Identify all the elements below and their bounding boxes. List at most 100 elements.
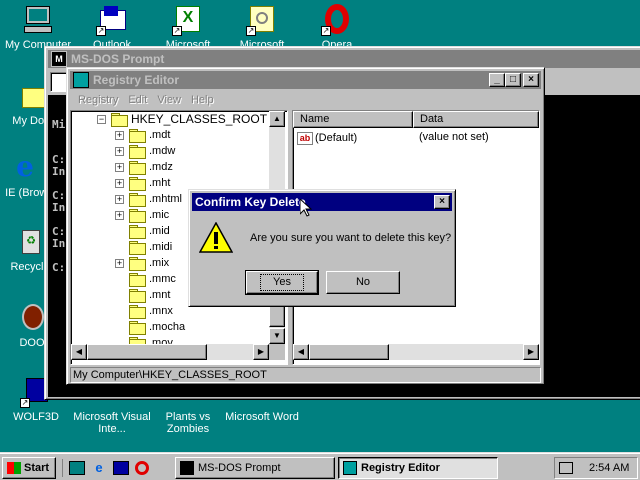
network-tray-icon[interactable] xyxy=(559,462,573,474)
expand-icon[interactable]: + xyxy=(115,210,124,220)
tree-item[interactable]: .midi xyxy=(115,239,172,255)
status-bar: My Computer\HKEY_CLASSES_ROOT xyxy=(70,367,541,383)
desktop-icon-my-computer[interactable]: My Computer xyxy=(0,4,78,51)
folder-icon xyxy=(129,273,146,287)
tree-item[interactable]: + .mdz xyxy=(115,159,173,175)
console-line: In xyxy=(52,165,66,178)
desktop-icon-label: Microsoft Word xyxy=(225,411,299,423)
collapse-icon[interactable]: − xyxy=(97,114,106,124)
tree-item[interactable]: .mnt xyxy=(115,287,170,303)
tree-item-label: .mnx xyxy=(149,305,173,317)
tree-horizontal-scrollbar[interactable]: ◀ ▶ xyxy=(71,344,269,360)
ie-quicklaunch-icon[interactable]: e xyxy=(91,461,107,475)
scroll-right-button[interactable]: ▶ xyxy=(523,344,539,360)
menu-view[interactable]: View xyxy=(152,91,186,109)
tree-item[interactable]: .mocha xyxy=(115,319,185,335)
menu-registry[interactable]: Registry xyxy=(73,91,123,109)
column-header-name[interactable]: Name xyxy=(293,111,413,128)
outlook-quicklaunch-icon[interactable] xyxy=(113,461,129,475)
scroll-thumb[interactable] xyxy=(87,344,207,360)
folder-icon xyxy=(129,145,146,159)
scroll-left-button[interactable]: ◀ xyxy=(71,344,87,360)
tree-item[interactable]: + .mic xyxy=(115,207,169,223)
msdos-title-bar[interactable]: M MS-DOS Prompt xyxy=(48,50,640,68)
no-button[interactable]: No xyxy=(326,271,400,294)
scroll-right-button[interactable]: ▶ xyxy=(253,344,269,360)
tree-item-label: .mmc xyxy=(149,273,176,285)
minimize-button[interactable]: _ xyxy=(489,73,505,87)
opera-quicklaunch-icon[interactable] xyxy=(135,461,149,475)
expand-icon[interactable]: + xyxy=(115,194,124,204)
expand-icon[interactable]: + xyxy=(115,162,124,172)
desktop-icon-outlook[interactable]: ↗ Outlook xyxy=(72,4,152,51)
tree-item[interactable]: + .mhtml xyxy=(115,191,182,207)
quick-launch: e xyxy=(62,459,149,477)
taskbar-msdos-prompt[interactable]: MS-DOS Prompt xyxy=(175,457,335,479)
folder-icon xyxy=(129,241,146,255)
dialog-title-bar[interactable]: Confirm Key Delete × xyxy=(192,193,452,211)
expand-icon[interactable]: + xyxy=(115,146,124,156)
column-header-data[interactable]: Data xyxy=(413,111,539,128)
scroll-thumb[interactable] xyxy=(309,344,389,360)
expand-icon[interactable]: + xyxy=(115,258,124,268)
clock[interactable]: 2:54 AM xyxy=(589,462,629,474)
regedit-icon xyxy=(73,72,89,88)
folder-icon xyxy=(129,225,146,239)
desktop-icon-label: Plants vs Zombies xyxy=(165,411,211,435)
start-button[interactable]: Start xyxy=(2,457,56,479)
desktop-icon-opera[interactable]: ↗ Opera xyxy=(297,4,377,51)
close-button[interactable]: × xyxy=(523,73,539,87)
confirm-key-delete-dialog[interactable]: Confirm Key Delete × Are you sure you wa… xyxy=(188,189,456,307)
console-line: In xyxy=(52,201,66,214)
value-data: (value not set) xyxy=(419,131,489,143)
tree-item[interactable]: .mid xyxy=(115,223,170,239)
tree-item[interactable]: + .mix xyxy=(115,255,169,271)
tree-item[interactable]: .mmc xyxy=(115,271,176,287)
folder-open-icon xyxy=(111,113,128,127)
regedit-title: Registry Editor xyxy=(93,73,180,87)
msdos-icon: M xyxy=(51,51,67,67)
scroll-down-button[interactable]: ▼ xyxy=(269,328,285,344)
desktop-icon-label: WOLF3D xyxy=(13,411,59,423)
scroll-up-button[interactable]: ▲ xyxy=(269,111,285,127)
taskbar-registry-editor[interactable]: Registry Editor xyxy=(338,457,498,479)
folder-icon xyxy=(129,321,146,335)
no-button-label: No xyxy=(355,276,371,288)
expand-icon[interactable]: + xyxy=(115,130,124,140)
status-path: My Computer\HKEY_CLASSES_ROOT xyxy=(73,369,267,381)
outlook-icon: ↗ xyxy=(96,4,128,36)
tree-item[interactable]: .mnx xyxy=(115,303,173,319)
tree-item-label: .midi xyxy=(149,241,173,253)
tree-item-label: .mocha xyxy=(149,321,186,333)
tree-item-label: .mdt xyxy=(149,129,171,141)
tree-item-label: .mdz xyxy=(149,161,173,173)
desktop-quicklaunch-icon[interactable] xyxy=(69,461,85,475)
system-tray: 2:54 AM xyxy=(554,457,638,479)
recycle-bin-icon: ♻ xyxy=(14,226,46,258)
yes-button[interactable]: Yes xyxy=(245,270,319,295)
maximize-button[interactable]: □ xyxy=(505,73,521,87)
values-horizontal-scrollbar[interactable]: ◀ ▶ xyxy=(293,344,539,360)
folder-icon xyxy=(129,193,146,207)
excel-icon: X ↗ xyxy=(172,4,204,36)
expand-icon[interactable]: + xyxy=(115,178,124,188)
msdos-task-icon xyxy=(180,461,194,475)
desktop-icon-excel[interactable]: X ↗ Microsoft xyxy=(148,4,228,51)
value-row[interactable]: ab (Default) xyxy=(297,130,357,146)
tree-root[interactable]: − HKEY_CLASSES_ROOT xyxy=(97,111,267,127)
regedit-title-bar[interactable]: Registry Editor _ □ × xyxy=(70,71,541,89)
tree-item-label: .mic xyxy=(149,209,170,221)
scroll-left-button[interactable]: ◀ xyxy=(293,344,309,360)
taskbar: Start e MS-DOS Prompt Registry Editor 2:… xyxy=(0,452,640,480)
tree-item-label: .mid xyxy=(149,225,170,237)
dialog-close-button[interactable]: × xyxy=(434,195,450,209)
menu-help[interactable]: Help xyxy=(186,91,219,109)
desktop-icon-microsoft-2[interactable]: ↗ Microsoft xyxy=(222,4,302,51)
menu-edit[interactable]: Edit xyxy=(123,91,152,109)
tree-item-label: .mnt xyxy=(149,289,171,301)
tree-item[interactable]: + .mdw xyxy=(115,143,175,159)
tree-item[interactable]: + .mdt xyxy=(115,127,170,143)
computer-icon xyxy=(22,4,54,36)
tree-item[interactable]: + .mht xyxy=(115,175,170,191)
tree-item-label: .mdw xyxy=(149,145,176,157)
